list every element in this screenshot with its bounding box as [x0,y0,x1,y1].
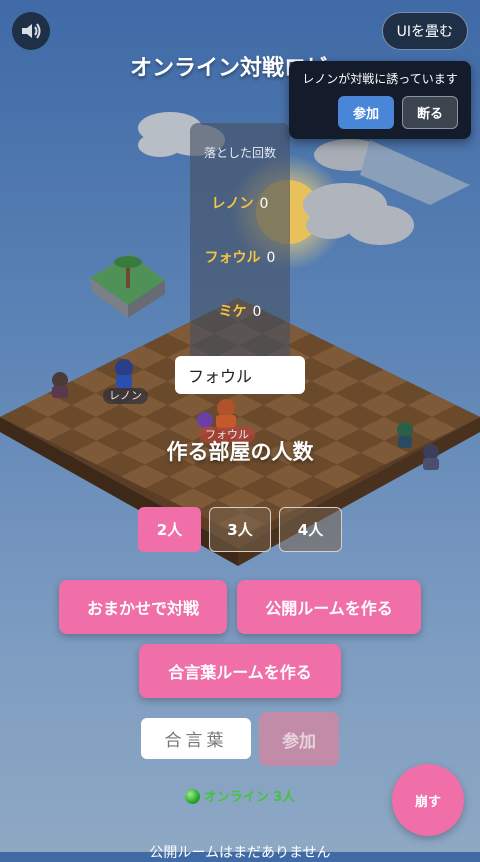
password-join-button[interactable]: 参加 [259,712,339,766]
create-public-room-button[interactable]: 公開ルームを作る [237,580,421,634]
sound-toggle-button[interactable] [12,12,50,50]
room-size-2-button[interactable]: 2人 [138,507,201,552]
score-value: 0 [252,304,262,320]
room-size-4-button[interactable]: 4人 [279,507,342,552]
room-size-heading: 作る部屋の人数 [166,440,314,464]
crumble-button[interactable]: 崩す [392,764,464,836]
online-dot-icon [184,789,200,804]
speaker-icon [22,23,41,39]
scoreboard-heading: 落とした回数 [203,146,276,160]
invite-decline-button[interactable]: 断る [402,96,458,129]
player-name-input[interactable]: フォウル [175,356,305,394]
character-left [52,372,68,398]
score-value: 0 [266,250,276,266]
score-row: ミケ 0 [190,301,290,321]
random-match-button[interactable]: おまかせで対戦 [59,580,227,634]
room-size-3-button[interactable]: 3人 [209,507,271,552]
invite-message: レノンが対戦に誘っています [302,72,458,86]
create-password-room-button[interactable]: 合言葉ルームを作る [139,644,341,698]
score-value: 0 [259,196,269,212]
character-lennon [115,359,133,388]
score-player-name: レノン [211,196,254,212]
no-public-rooms-text: 公開ルームはまだありません [149,845,331,861]
invite-join-button[interactable]: 参加 [338,96,394,129]
score-row: フォウル 0 [190,247,290,267]
score-row: レノン 0 [190,193,290,213]
fold-ui-button[interactable]: UIを畳む [381,12,468,50]
score-player-name: ミケ [218,304,247,320]
online-count: オンライン 3人 [203,790,296,805]
fall-count-scoreboard: 落とした回数 レノン 0 フォウル 0 ミケ 0 [190,123,290,369]
invite-popup: レノンが対戦に誘っています 参加 断る [289,61,471,139]
cloud-right [303,183,414,245]
character-name-label: レノン [103,388,148,404]
floating-island [90,254,165,318]
score-player-name: フォウル [204,250,261,266]
password-input[interactable]: 合言葉 [141,718,251,759]
